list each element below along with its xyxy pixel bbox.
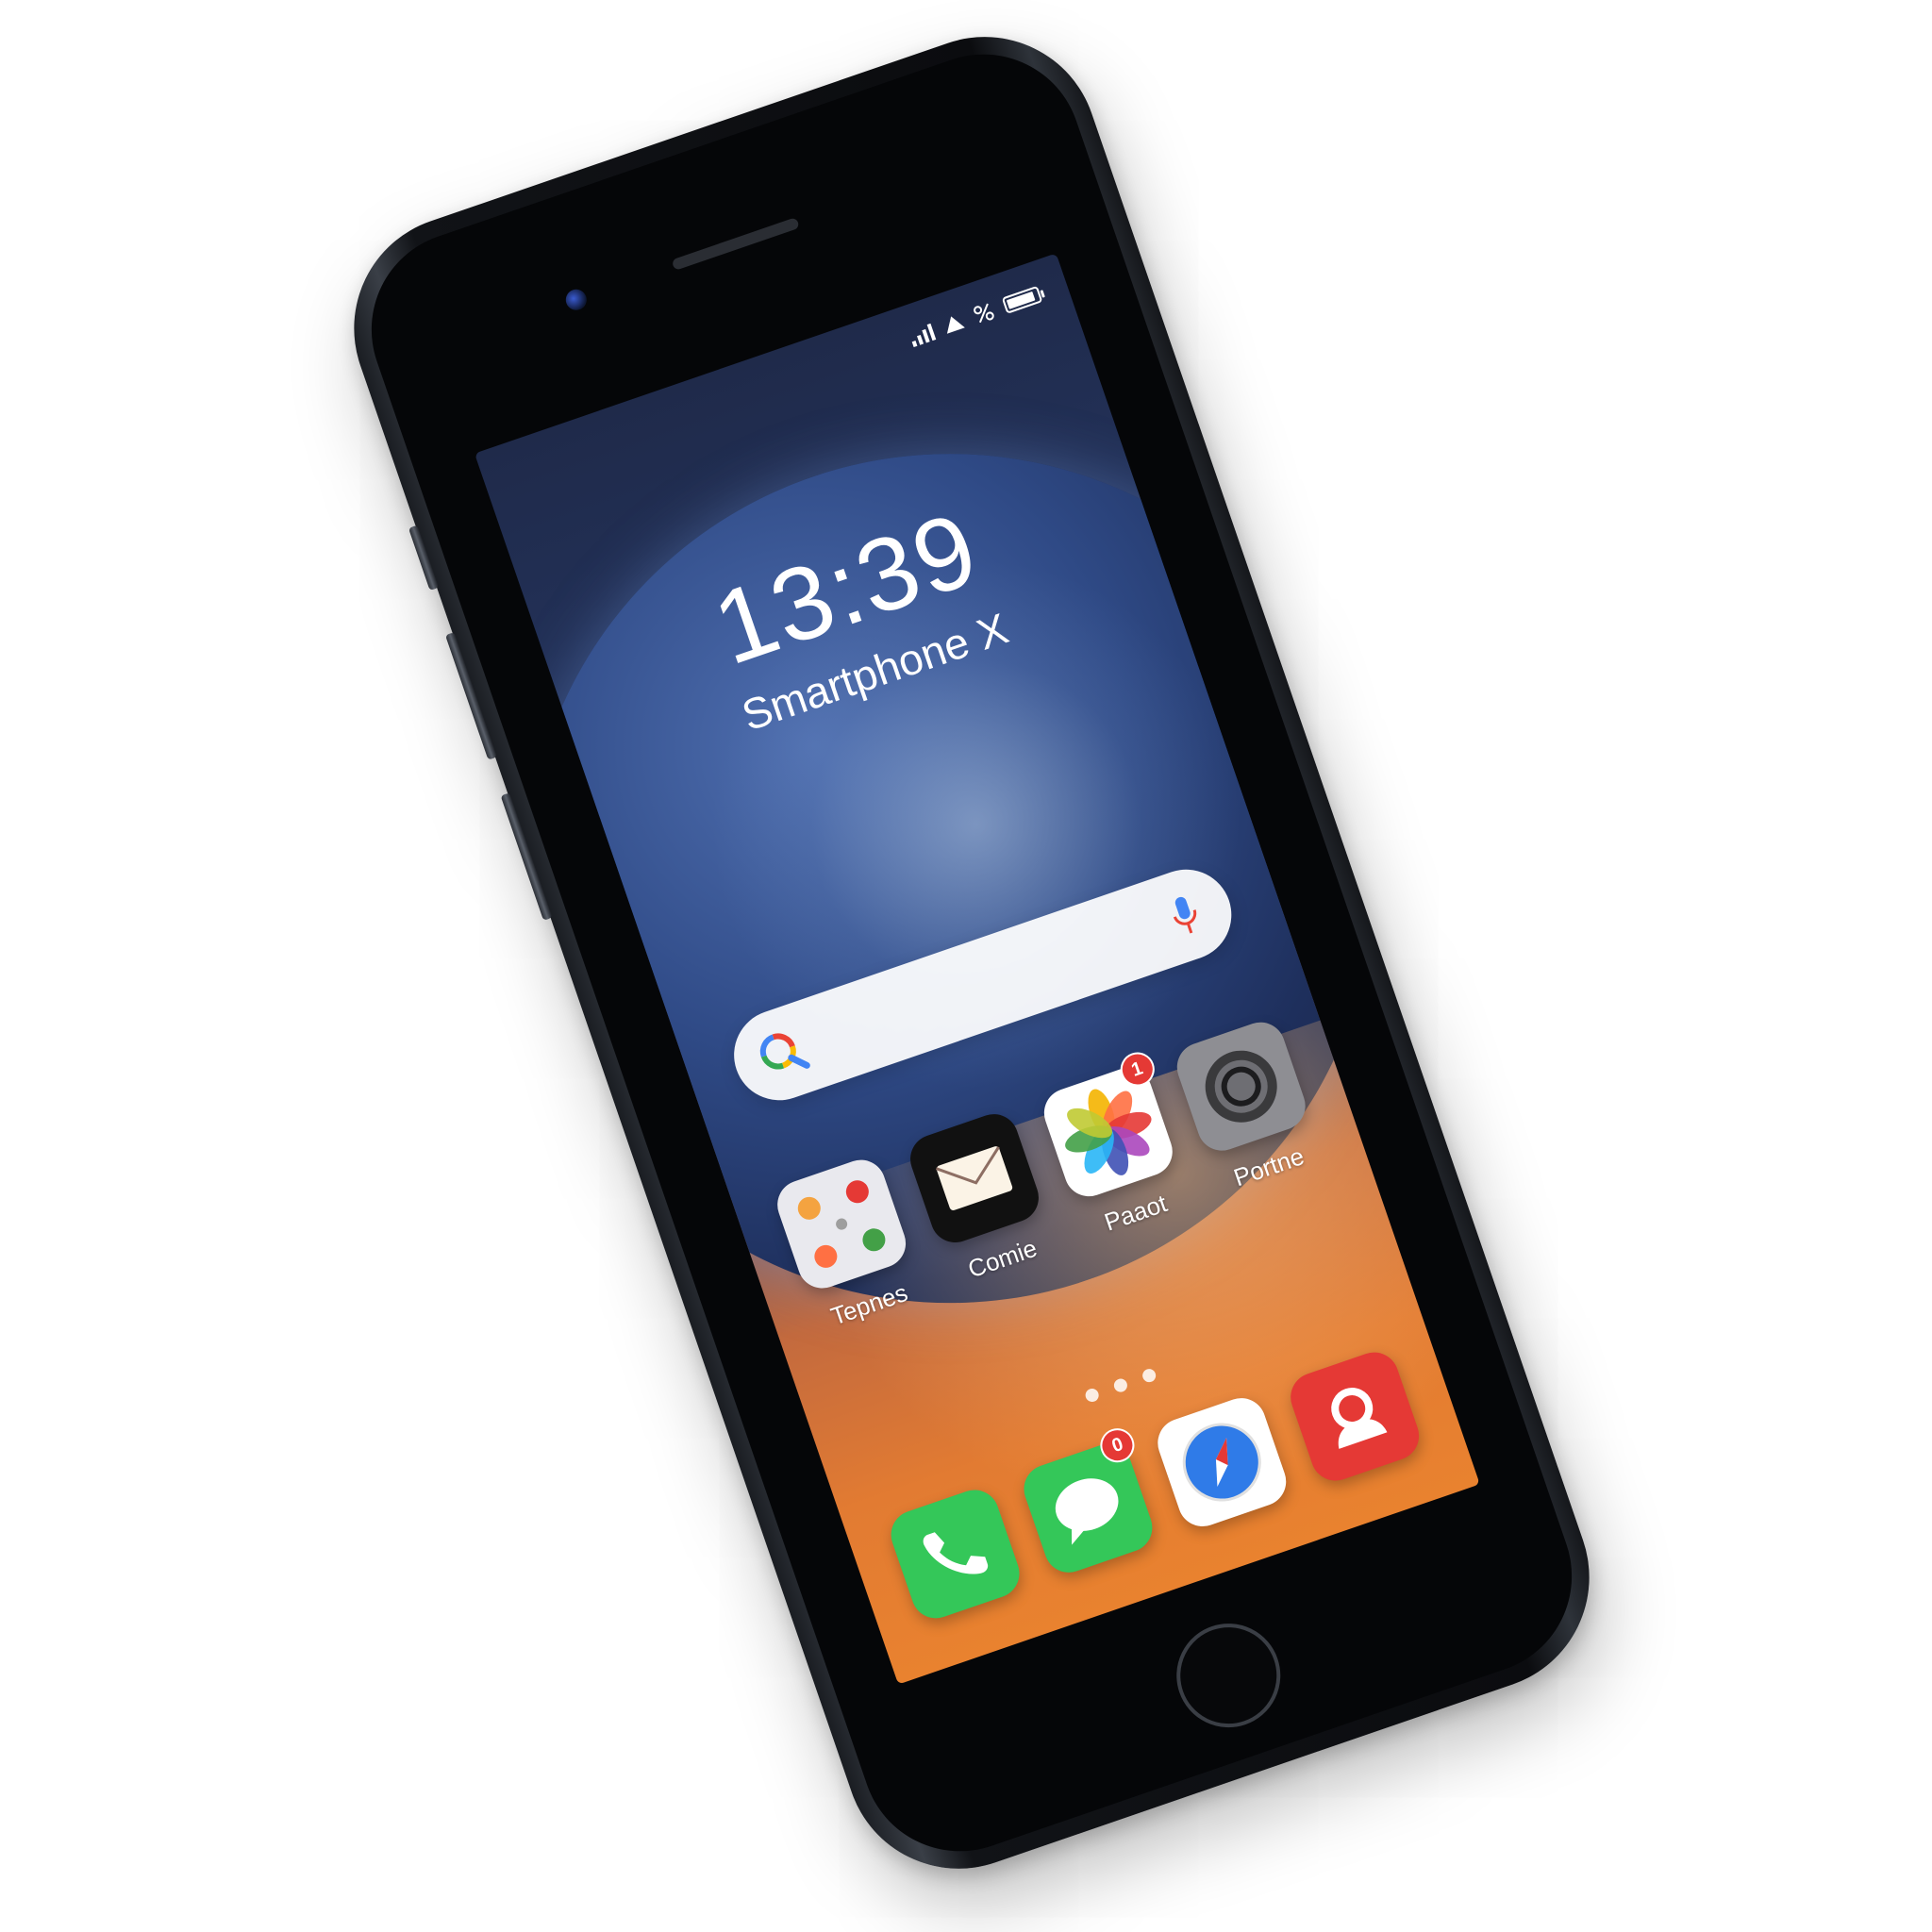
battery-level [1006,291,1036,309]
battery-icon [1001,285,1043,314]
home-button[interactable] [1162,1609,1295,1742]
phone-front-bezel: 13:39 Smartphone X Tepnes Comie 1 Paaot … [344,27,1599,1878]
home-screen: 13:39 Smartphone X Tepnes Comie 1 Paaot … [474,253,1480,1685]
cellular-signal-icon [908,322,937,347]
background: 13:39 Smartphone X Tepnes Comie 1 Paaot … [0,0,1932,1932]
front-camera [562,286,590,313]
microphone-icon[interactable] [1165,891,1206,941]
status-bar [908,284,1043,348]
percent-data-icon [974,303,994,324]
mute-switch[interactable] [408,525,440,591]
earpiece-speaker [671,217,800,272]
smartphone-device: 13:39 Smartphone X Tepnes Comie 1 Paaot … [323,6,1621,1900]
search-icon[interactable] [752,1023,814,1085]
wifi-icon [946,316,965,334]
